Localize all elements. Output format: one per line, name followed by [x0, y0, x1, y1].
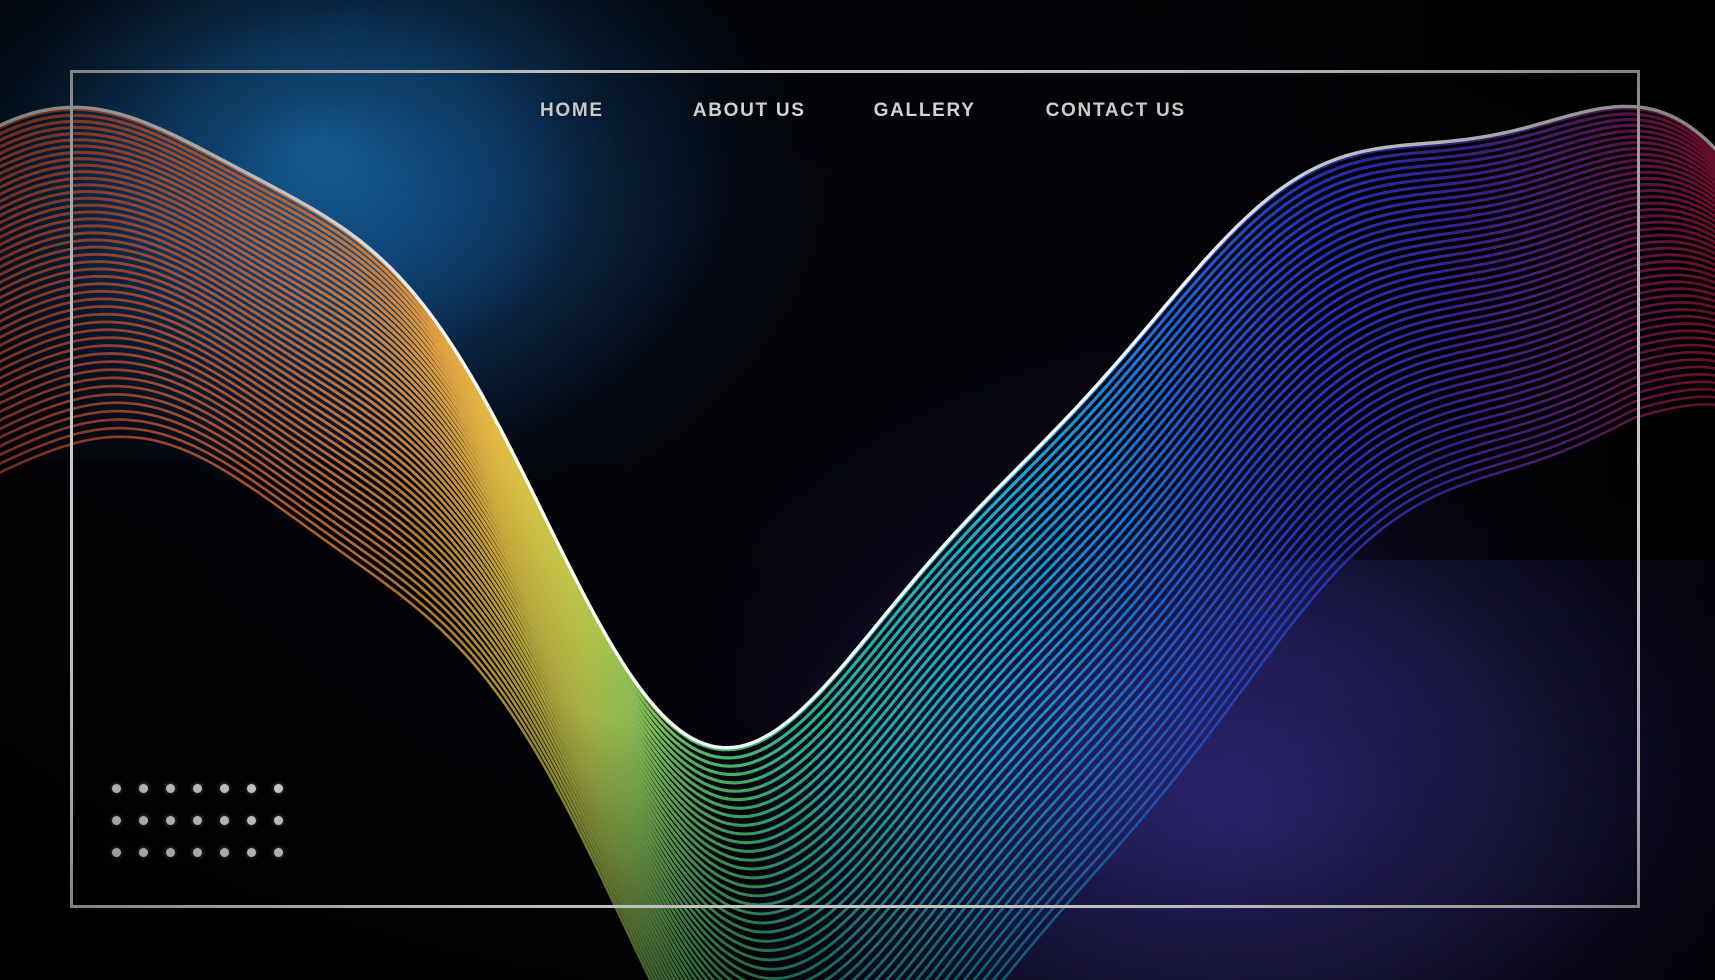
grid-dot — [274, 848, 283, 857]
grid-dot — [274, 784, 283, 793]
nav-item-about-us[interactable]: ABOUT US — [693, 100, 806, 122]
dot-grid-decoration — [112, 784, 301, 880]
grid-dot — [220, 784, 229, 793]
grid-dot — [112, 784, 121, 793]
nav-item-gallery[interactable]: GALLERY — [874, 100, 976, 122]
grid-dot — [112, 848, 121, 857]
nav-item-home[interactable]: HOME — [540, 100, 604, 122]
grid-dot — [166, 848, 175, 857]
grid-dot — [193, 784, 202, 793]
grid-dot — [247, 848, 256, 857]
grid-dot — [220, 816, 229, 825]
grid-dot — [166, 784, 175, 793]
nav-item-contact-us[interactable]: CONTACT US — [1046, 100, 1186, 122]
grid-dot — [274, 816, 283, 825]
grid-dot — [139, 816, 148, 825]
wave-line — [0, 372, 1715, 980]
grid-dot — [247, 816, 256, 825]
grid-dot — [139, 848, 148, 857]
wave-line — [0, 395, 1715, 980]
grid-dot — [193, 816, 202, 825]
page-root: HOME ABOUT US GALLERY CONTACT US — [0, 0, 1715, 980]
grid-dot — [220, 848, 229, 857]
grid-dot — [139, 784, 148, 793]
main-navigation: HOME ABOUT US GALLERY CONTACT US — [540, 100, 1186, 122]
grid-dot — [193, 848, 202, 857]
grid-dot — [247, 784, 256, 793]
grid-dot — [166, 816, 175, 825]
grid-dot — [112, 816, 121, 825]
